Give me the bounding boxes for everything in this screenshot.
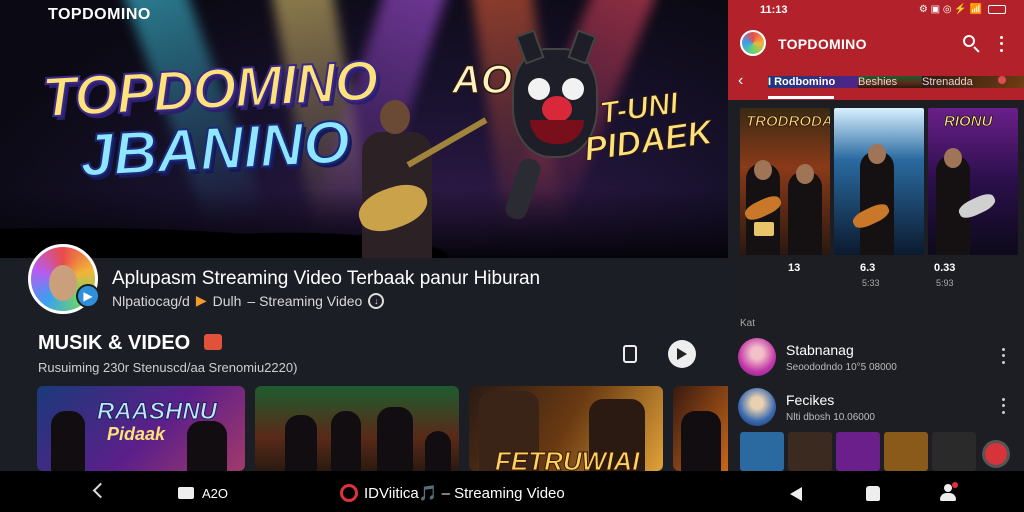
- mobile-pane: 11:13 ⚙ ▣ ◎ ⚡ 📶 TOPDOMINO ‹ I Rodbomino …: [728, 0, 1024, 471]
- user-icon[interactable]: [940, 482, 958, 502]
- mini-thumbnail[interactable]: [836, 432, 880, 471]
- thumbnail-title: FETRUWIAI: [494, 446, 640, 472]
- triangle-back-icon[interactable]: [790, 487, 802, 501]
- more-vert-icon[interactable]: [998, 396, 1008, 416]
- active-tab-indicator: [768, 96, 834, 99]
- record-button[interactable]: [982, 440, 1010, 468]
- view-count: 6.3: [860, 262, 876, 274]
- video-card-row: TRODRODAK RIONU: [740, 108, 1018, 255]
- hero-logo-line2: JBANINO: [77, 107, 352, 190]
- hero-art-text: AO: [451, 57, 513, 103]
- tab-streams[interactable]: Strenadda: [922, 76, 1024, 88]
- home-icon[interactable]: [866, 486, 880, 501]
- view-count: 0.33: [934, 262, 956, 274]
- video-card[interactable]: [834, 108, 924, 255]
- mini-thumbnail-row: [740, 432, 976, 471]
- brand-name: TOPDOMINO: [48, 6, 151, 23]
- more-vert-icon[interactable]: [998, 346, 1008, 366]
- phone-icon-button[interactable]: [616, 340, 644, 368]
- status-time: 11:13: [760, 4, 788, 16]
- video-thumbnail[interactable]: RAASHNU Pidaak: [37, 386, 245, 471]
- app-title: TOPDOMINO: [778, 36, 867, 52]
- battery-icon: [988, 5, 1006, 14]
- mini-thumbnail[interactable]: [740, 432, 784, 471]
- play-badge-icon[interactable]: ▶: [76, 284, 100, 308]
- video-thumbnail-row: RAASHNU Pidaak FETRUWIAI: [37, 386, 728, 471]
- video-card[interactable]: TRODRODAK: [740, 108, 830, 255]
- more-vert-icon[interactable]: [996, 34, 1006, 54]
- status-icons-text: ⚙ ▣ ◎ ⚡ 📶: [918, 4, 982, 15]
- now-playing-title[interactable]: IDViitica🎵 – Streaming Video: [364, 484, 565, 502]
- live-icon[interactable]: [340, 484, 358, 502]
- notification-dot: [998, 76, 1006, 84]
- play-arrow-icon: ▶: [195, 292, 207, 308]
- channel-title: Aplupasm Streaming Video Terbaak panur H…: [112, 268, 541, 289]
- download-icon[interactable]: ↓: [368, 292, 385, 309]
- mini-thumbnail[interactable]: [932, 432, 976, 471]
- guitarist-figure: [348, 100, 488, 258]
- app-avatar[interactable]: [740, 30, 766, 56]
- window-icon[interactable]: [178, 487, 194, 499]
- share-icon-button[interactable]: [668, 340, 696, 368]
- desktop-pane: TOPDOMINO TOPDOMINO JBANINO AO T-UNI PID…: [0, 0, 728, 471]
- list-item-meta: Nlti dbosh 10.06000: [786, 412, 875, 423]
- video-thumbnail[interactable]: [673, 386, 728, 471]
- channel-sub-suffix: – Streaming Video: [247, 292, 363, 309]
- mini-thumbnail[interactable]: [788, 432, 832, 471]
- list-item-name: Stabnanag: [786, 342, 854, 358]
- list-item-avatar: [738, 388, 776, 426]
- screen: TOPDOMINO TOPDOMINO JBANINO AO T-UNI PID…: [0, 0, 1024, 512]
- list-item-avatar: [738, 338, 776, 376]
- music-folder-icon: [204, 334, 222, 350]
- list-item[interactable]: Stabnanag Seoododndo 10°5 08000: [738, 338, 1018, 378]
- duration: 5:93: [936, 278, 954, 288]
- section-title: MUSIK & VIDEO: [38, 332, 191, 354]
- list-item-name: Fecikes: [786, 392, 835, 408]
- search-icon[interactable]: [962, 34, 982, 54]
- duration: 5:33: [862, 278, 880, 288]
- channel-sub-prefix: Nlpatiocag/d: [112, 292, 190, 309]
- channel-sub-highlight: Dulh: [212, 292, 242, 309]
- channel-subtitle: Nlpatiocag/d ▶ Dulh – Streaming Video ↓: [112, 292, 385, 309]
- thumbnail-title: RAASHNU: [97, 398, 218, 426]
- video-thumbnail[interactable]: [255, 386, 459, 471]
- card-title: RIONU: [944, 113, 993, 130]
- nav-count: A2O: [202, 486, 229, 501]
- thumbnail-subtitle: Pidaak: [107, 424, 166, 444]
- hero-banner[interactable]: TOPDOMINO TOPDOMINO JBANINO AO T-UNI PID…: [0, 0, 728, 258]
- list-item-meta: Seoododndo 10°5 08000: [786, 362, 897, 373]
- view-count: 13: [788, 262, 801, 274]
- status-icons: ⚙ ▣ ◎ ⚡ 📶: [919, 4, 1006, 15]
- video-thumbnail[interactable]: FETRUWIAI: [469, 386, 663, 471]
- list-item[interactable]: Fecikes Nlti dbosh 10.06000: [738, 388, 1018, 428]
- card-badge: [754, 222, 774, 236]
- list-section-label: Kat: [740, 318, 756, 329]
- chevron-left-icon[interactable]: ‹: [738, 72, 743, 90]
- mini-thumbnail[interactable]: [884, 432, 928, 471]
- card-title: TRODRODAK: [746, 113, 830, 130]
- back-icon[interactable]: [92, 483, 106, 499]
- section-subtitle: Rusuiming 230r Stenuscd/aa Srenomiu2220): [38, 360, 298, 375]
- video-card[interactable]: RIONU: [928, 108, 1018, 255]
